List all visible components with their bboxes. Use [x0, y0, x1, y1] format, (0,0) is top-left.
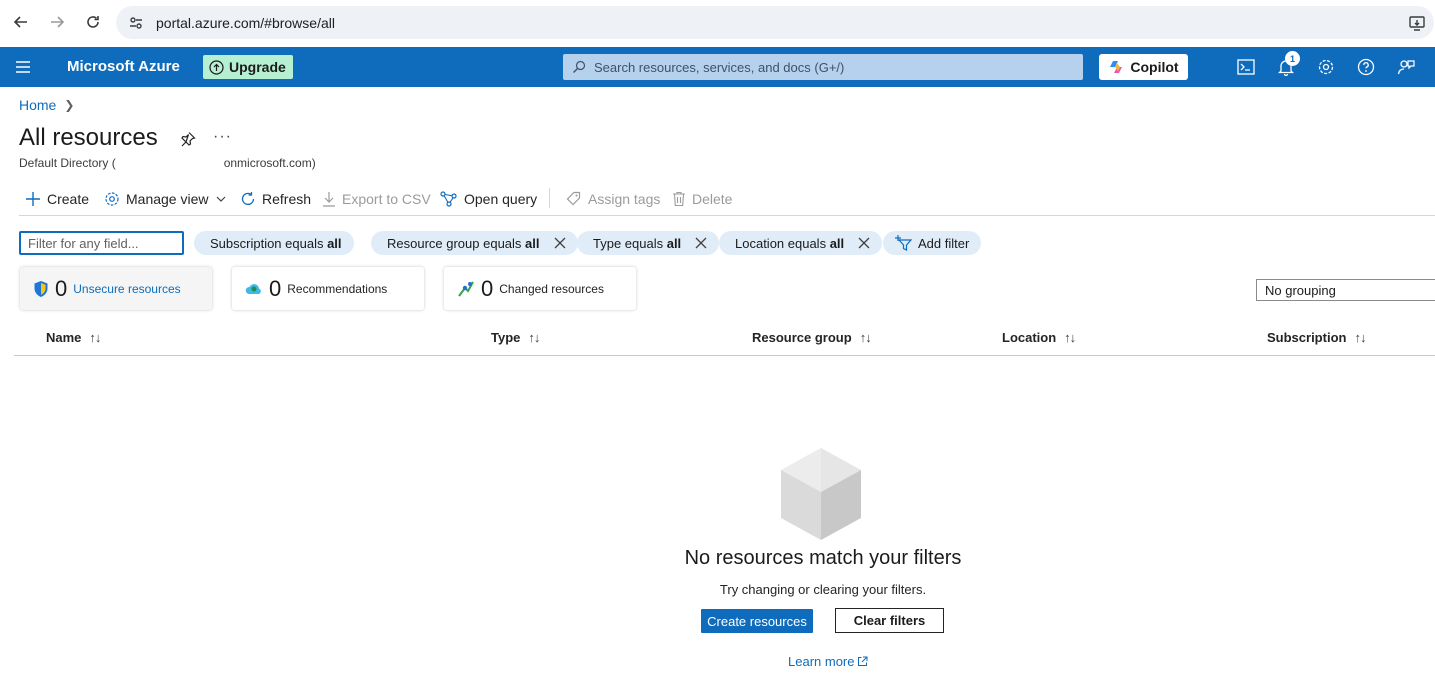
global-search-input[interactable]: Search resources, services, and docs (G+… [563, 54, 1083, 80]
notification-badge: 1 [1285, 51, 1300, 66]
sort-icon: ↑↓ [1354, 330, 1366, 345]
refresh-button[interactable]: Refresh [240, 188, 311, 210]
close-icon[interactable] [858, 237, 870, 249]
search-placeholder: Search resources, services, and docs (G+… [594, 59, 845, 75]
column-resource-group[interactable]: Resource group ↑↓ [752, 330, 872, 345]
empty-state-description: Try changing or clearing your filters. [719, 582, 927, 597]
close-icon[interactable] [554, 237, 566, 249]
breadcrumb: Home ❯ [19, 97, 74, 113]
upgrade-button[interactable]: Upgrade [203, 55, 293, 79]
back-arrow-icon[interactable] [10, 11, 32, 33]
gear-icon [105, 192, 119, 206]
site-settings-icon[interactable] [128, 15, 144, 34]
pin-icon[interactable] [180, 131, 196, 150]
assign-tags-button[interactable]: Assign tags [566, 188, 660, 210]
portal-header: Microsoft Azure Upgrade Search resources… [0, 47, 1435, 87]
manage-view-button[interactable]: Manage view [104, 188, 227, 210]
sort-icon: ↑↓ [89, 330, 101, 345]
learn-more-link[interactable]: Learn more [788, 654, 868, 669]
cloud-shell-icon[interactable] [1236, 57, 1256, 77]
reload-icon[interactable] [82, 11, 104, 33]
help-icon[interactable] [1356, 57, 1376, 77]
changed-resources-card[interactable]: 0 Changed resources [444, 267, 636, 310]
recommendations-card[interactable]: 0 Recommendations [232, 267, 424, 310]
resources-table-header: Name ↑↓ Type ↑↓ Resource group ↑↓ Locati… [14, 321, 1435, 356]
search-icon [573, 60, 586, 73]
brand-title[interactable]: Microsoft Azure [67, 58, 180, 75]
address-bar[interactable]: portal.azure.com/#browse/all [116, 6, 1434, 39]
open-query-button[interactable]: Open query [440, 188, 537, 210]
browser-toolbar: portal.azure.com/#browse/all [0, 0, 1435, 46]
resource-group-filter-pill[interactable]: Resource group equals all [371, 231, 578, 255]
toolbar-divider [549, 188, 550, 208]
add-filter-icon [895, 235, 912, 251]
change-analysis-icon [458, 281, 474, 297]
gear-icon[interactable] [1316, 57, 1336, 77]
chevron-down-icon [216, 196, 225, 202]
subscription-filter-pill[interactable]: Subscription equals all [194, 231, 354, 255]
feedback-icon[interactable] [1396, 57, 1416, 77]
close-icon[interactable] [695, 237, 707, 249]
sort-icon: ↑↓ [1064, 330, 1076, 345]
more-options-icon[interactable]: ··· [213, 128, 232, 146]
copilot-label: Copilot [1130, 59, 1179, 75]
download-icon [323, 192, 335, 207]
empty-cube-icon [781, 448, 861, 540]
create-button[interactable]: Create [25, 188, 89, 210]
breadcrumb-home[interactable]: Home [19, 97, 56, 113]
column-location[interactable]: Location ↑↓ [1002, 330, 1076, 345]
export-csv-button[interactable]: Export to CSV [322, 188, 431, 210]
refresh-icon [241, 192, 255, 205]
empty-state-title: No resources match your filters [684, 547, 962, 569]
copilot-icon [1110, 61, 1123, 73]
directory-subtitle: Default Directory (onmicrosoft.com) [19, 156, 316, 170]
install-app-icon[interactable] [1408, 14, 1426, 35]
create-resources-button[interactable]: Create resources [701, 609, 813, 633]
tag-icon [566, 191, 581, 206]
url-text: portal.azure.com/#browse/all [156, 15, 335, 31]
upgrade-label: Upgrade [229, 59, 286, 75]
column-name[interactable]: Name ↑↓ [46, 330, 101, 345]
type-filter-pill[interactable]: Type equals all [577, 231, 720, 255]
delete-button[interactable]: Delete [672, 188, 732, 210]
filter-input[interactable]: Filter for any field... [19, 231, 184, 255]
menu-icon[interactable] [14, 59, 32, 78]
advisor-cloud-icon [245, 283, 261, 294]
shield-icon [34, 280, 48, 297]
page-title: All resources [19, 124, 158, 151]
copilot-button[interactable]: Copilot [1099, 54, 1188, 80]
location-filter-pill[interactable]: Location equals all [719, 231, 883, 255]
external-link-icon [858, 656, 868, 666]
chevron-right-icon: ❯ [64, 98, 75, 112]
upgrade-arrow-icon [209, 59, 224, 75]
column-subscription[interactable]: Subscription ↑↓ [1267, 330, 1366, 345]
column-type[interactable]: Type ↑↓ [491, 330, 540, 345]
grouping-dropdown[interactable]: No grouping [1256, 279, 1435, 301]
forward-arrow-icon[interactable] [46, 11, 68, 33]
plus-icon [26, 192, 40, 206]
trash-icon [673, 191, 685, 207]
add-filter-button[interactable]: Add filter [883, 231, 982, 255]
unsecure-resources-card[interactable]: 0 Unsecure resources [20, 267, 212, 310]
clear-filters-button[interactable]: Clear filters [835, 608, 944, 633]
sort-icon: ↑↓ [528, 330, 540, 345]
command-bar: Create Manage view Refresh Export to CSV… [19, 186, 1435, 216]
query-icon [440, 191, 457, 207]
sort-icon: ↑↓ [859, 330, 872, 345]
